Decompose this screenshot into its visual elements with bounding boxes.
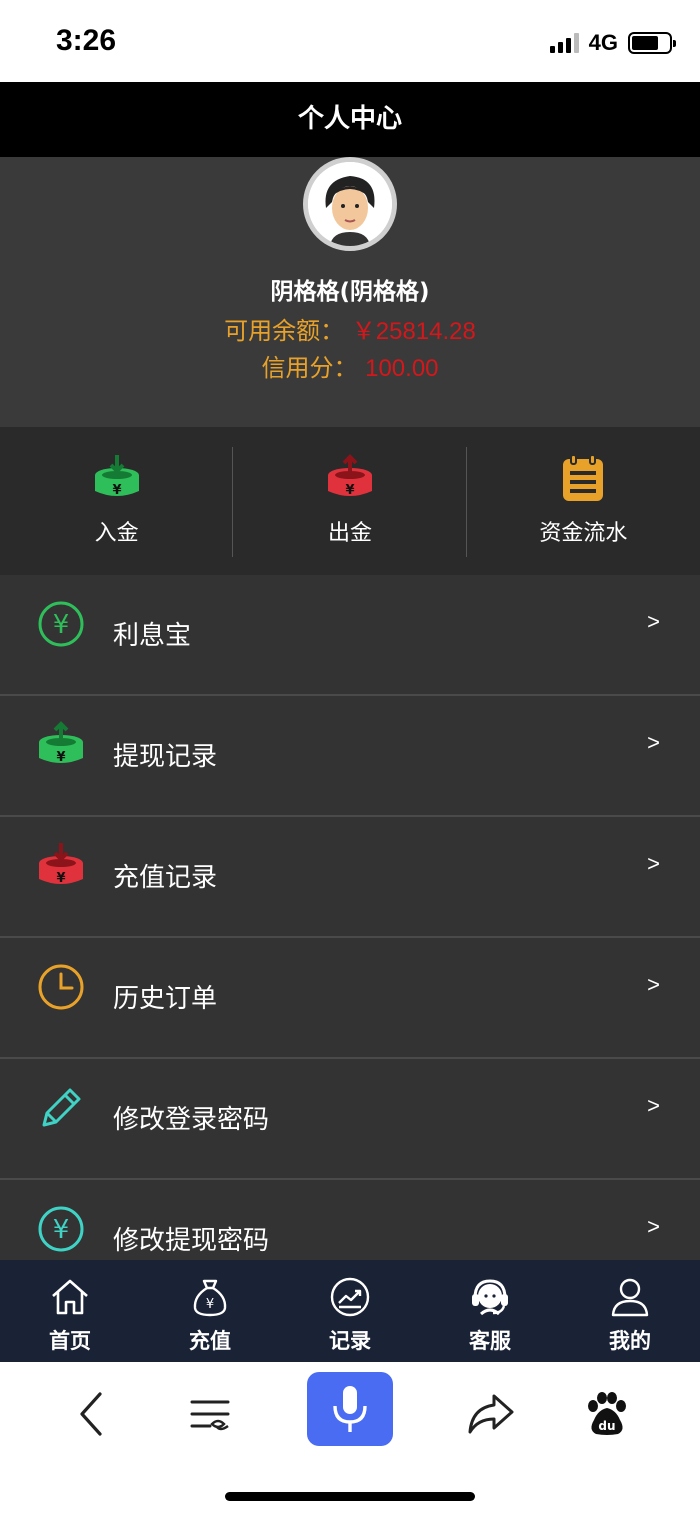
yuan-circle-icon: ¥ — [38, 1206, 84, 1252]
quick-action-label: 入金 — [94, 521, 139, 546]
chevron-right-icon: > — [647, 730, 660, 755]
nav-me[interactable]: 我的 — [560, 1260, 700, 1362]
user-icon — [611, 1278, 649, 1317]
chevron-right-icon: > — [647, 1214, 660, 1239]
battery-icon — [628, 32, 676, 54]
microphone-button[interactable] — [307, 1372, 393, 1446]
baidu-paw-icon[interactable]: du — [576, 1384, 636, 1444]
balance-value: ￥25814.28 — [351, 318, 476, 345]
status-indicators: 4G — [549, 30, 676, 56]
chevron-right-icon: > — [647, 972, 660, 997]
menu-item-withdraw-records[interactable]: ¥ 提现记录 > — [0, 696, 700, 817]
quick-action-label: 出金 — [327, 521, 372, 546]
svg-text:¥: ¥ — [53, 610, 70, 640]
nav-label: 记录 — [329, 1329, 371, 1353]
money-bag-icon: ¥ — [193, 1279, 227, 1317]
menu-list: ¥ 利息宝 > ¥ 提现记录 > ¥ 充值记录 > 历史订单 > 修改登录密码 … — [0, 575, 700, 1260]
deposit-icon: ¥ — [94, 455, 139, 498]
svg-text:¥: ¥ — [345, 483, 354, 498]
credit-line: 信用分： 100.00 — [0, 348, 700, 383]
yuan-circle-icon: ¥ — [38, 601, 84, 647]
chevron-right-icon: > — [647, 609, 660, 634]
menu-item-change-withdraw-password[interactable]: ¥ 修改提现密码 > — [0, 1180, 700, 1260]
quick-action-ledger[interactable]: 资金流水 — [467, 427, 700, 575]
network-type: 4G — [588, 30, 618, 55]
signal-icon — [549, 33, 579, 53]
quick-actions: ¥ 入金 ¥ 出金 资金流水 — [0, 427, 700, 575]
credit-value: 100.00 — [365, 355, 439, 382]
recharge-record-icon: ¥ — [39, 843, 83, 886]
avatar[interactable] — [303, 157, 397, 251]
nav-label: 我的 — [609, 1329, 651, 1353]
chart-icon — [330, 1277, 370, 1317]
menu-item-label: 利息宝 — [113, 621, 192, 651]
page-title: 个人中心 — [0, 82, 700, 157]
nav-label: 首页 — [49, 1329, 91, 1353]
menu-icon[interactable] — [180, 1384, 240, 1444]
menu-item-interest[interactable]: ¥ 利息宝 > — [0, 575, 700, 696]
menu-item-order-history[interactable]: 历史订单 > — [0, 938, 700, 1059]
pencil-icon — [42, 1088, 81, 1127]
balance-line: 可用余额： ￥25814.28 — [0, 311, 700, 346]
menu-item-label: 提现记录 — [113, 742, 218, 772]
svg-text:du: du — [598, 1419, 615, 1433]
microphone-icon — [333, 1386, 367, 1432]
svg-text:¥: ¥ — [53, 1215, 70, 1245]
chevron-right-icon: > — [647, 851, 660, 876]
status-bar: 3:26 4G — [0, 0, 700, 82]
profile-name: 阴格格(阴格格) — [270, 279, 430, 305]
svg-text:¥: ¥ — [56, 750, 65, 765]
menu-item-label: 修改登录密码 — [113, 1105, 270, 1135]
svg-text:¥: ¥ — [112, 483, 121, 498]
nav-records[interactable]: 记录 — [280, 1260, 420, 1362]
home-indicator — [225, 1492, 475, 1501]
menu-item-label: 修改提现密码 — [113, 1226, 270, 1256]
balance-label: 可用余额： — [224, 317, 345, 345]
chevron-right-icon: > — [647, 1093, 660, 1118]
menu-item-change-login-password[interactable]: 修改登录密码 > — [0, 1059, 700, 1180]
quick-action-label: 资金流水 — [539, 521, 628, 546]
menu-item-label: 历史订单 — [113, 984, 218, 1014]
menu-item-recharge-records[interactable]: ¥ 充值记录 > — [0, 817, 700, 938]
nav-label: 充值 — [189, 1329, 231, 1353]
clock-icon — [38, 964, 84, 1010]
quick-action-deposit[interactable]: ¥ 入金 — [0, 427, 234, 575]
svg-text:¥: ¥ — [56, 871, 65, 886]
browser-toolbar: du — [0, 1362, 700, 1516]
share-icon[interactable] — [460, 1384, 520, 1444]
status-time: 3:26 — [56, 24, 117, 57]
nav-customer-service[interactable]: 客服 — [420, 1260, 560, 1362]
nav-recharge[interactable]: ¥ 充值 — [140, 1260, 280, 1362]
ledger-icon — [563, 454, 604, 501]
svg-text:¥: ¥ — [206, 1297, 214, 1312]
nav-home[interactable]: 首页 — [0, 1260, 140, 1362]
profile-card: 阴格格(阴格格) 可用余额： ￥25814.28 信用分： 100.00 — [0, 157, 700, 427]
home-icon — [52, 1279, 88, 1315]
menu-item-label: 充值记录 — [113, 863, 218, 893]
withdraw-record-icon: ¥ — [39, 721, 83, 765]
quick-action-withdraw[interactable]: ¥ 出金 — [233, 427, 467, 575]
headset-icon — [472, 1279, 508, 1316]
back-icon[interactable] — [62, 1384, 122, 1444]
bottom-nav: 首页 ¥ 充值 记录 客服 我的 — [0, 1260, 700, 1362]
withdraw-icon: ¥ — [327, 454, 372, 498]
credit-label: 信用分： — [261, 354, 358, 382]
nav-label: 客服 — [469, 1329, 511, 1353]
